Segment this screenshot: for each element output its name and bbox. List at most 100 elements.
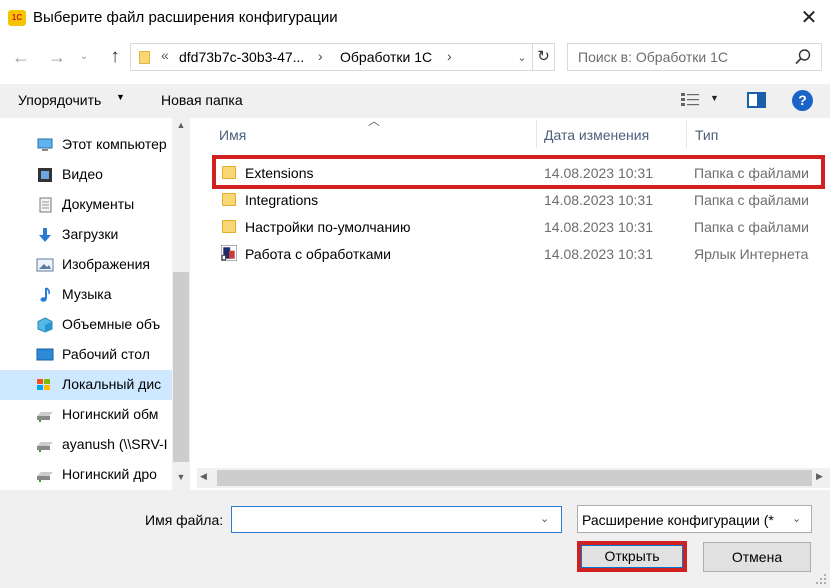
file-name: Настройки по-умолчанию [245,219,411,235]
search-placeholder: Поиск в: Обработки 1С [578,49,729,65]
chevron-down-icon[interactable]: ⌄ [540,512,549,525]
breadcrumb-item[interactable]: Обработки 1С [340,49,432,65]
folder-icon [222,220,236,233]
file-type: Ярлык Интернета [694,246,809,262]
breadcrumb-separator-icon[interactable]: › [318,48,323,64]
search-icon[interactable] [794,48,812,66]
nav-item-downloads[interactable]: Загрузки [0,220,172,250]
scroll-up-icon[interactable]: ▲ [172,120,190,136]
nav-item-3d-objects[interactable]: Объемные объ [0,310,172,340]
address-dropdown-icon[interactable]: ⌄ [513,51,531,65]
address-bar[interactable]: « dfd73b7c-30b3-47... › Обработки 1С › ⌄… [130,43,555,71]
open-button-label: Открыть [581,545,683,568]
nav-item-label: Музыка [62,286,112,302]
file-type-filter-value: Расширение конфигурации (* [582,512,774,528]
3d-objects-icon [37,317,53,333]
nav-item-this-pc[interactable]: Этот компьютер [0,130,172,160]
forward-arrow-icon[interactable]: → [46,46,68,68]
filename-label: Имя файла: [145,512,224,528]
search-input[interactable]: Поиск в: Обработки 1С [567,43,822,71]
nav-item-label: Локальный дис [62,376,162,392]
folder-icon [139,51,150,64]
new-folder-button[interactable]: Новая папка [161,92,243,108]
internet-shortcut-icon [221,245,237,261]
recent-locations-chevron-icon[interactable]: ⌄ [76,46,92,68]
nav-item-label: Документы [62,196,135,212]
file-date: 14.08.2023 10:31 [544,219,653,235]
chevron-down-icon[interactable]: ⌄ [792,512,801,525]
folder-icon [222,193,236,206]
nav-item-network-drive[interactable]: ayanush (\\SRV-I [0,430,172,460]
documents-icon [39,197,52,213]
help-icon[interactable]: ? [792,90,813,111]
refresh-icon[interactable]: ↻ [532,44,554,70]
breadcrumb-item[interactable]: dfd73b7c-30b3-47... [179,49,304,65]
nav-item-label: Рабочий стол [62,346,150,362]
nav-item-label: Объемные объ [62,316,161,332]
nav-item-local-disk[interactable]: Локальный дис [0,370,172,400]
nav-scroll-thumb[interactable] [173,272,189,462]
file-type-filter-select[interactable]: Расширение конфигурации (* ⌄ [577,505,812,533]
nav-item-video[interactable]: Видео [0,160,172,190]
organize-button[interactable]: Упорядочить [18,92,101,108]
sort-ascending-icon: ︿ [368,114,381,128]
nav-item-label: Видео [62,166,103,182]
pictures-icon [36,258,54,272]
file-row-default-settings[interactable]: Настройки по-умолчанию 14.08.2023 10:31 … [212,214,822,241]
nav-item-network-drive[interactable]: Ногинский дро [0,460,172,490]
music-icon [40,287,50,302]
network-drive-icon [37,442,53,452]
change-view-icon[interactable] [680,92,700,108]
file-row-internet-shortcut[interactable]: Работа с обработками 14.08.2023 10:31 Яр… [212,241,822,268]
scroll-down-icon[interactable]: ▼ [172,472,190,488]
overflow-chevron-icon[interactable]: « [161,47,169,63]
desktop-icon [36,348,54,361]
nav-item-music[interactable]: Музыка [0,280,172,310]
highlight-annotation-box [212,155,825,189]
up-arrow-icon[interactable]: ↑ [104,45,126,69]
navigation-pane: Этот компьютер Видео Документы Загрузки … [0,118,190,490]
caret-down-icon[interactable]: ▼ [710,93,719,103]
cancel-button[interactable]: Отмена [703,542,811,572]
preview-pane-icon[interactable] [747,92,766,108]
window-title: Выберите файл расширения конфигурации [33,9,338,26]
nav-item-label: Изображения [62,256,150,272]
computer-icon [37,138,53,151]
local-disk-icon [37,379,50,390]
network-drive-icon [37,472,53,482]
network-drive-icon [37,412,53,422]
open-button[interactable]: Открыть [577,541,687,572]
caret-down-icon[interactable]: ▼ [116,92,125,102]
file-type: Папка с файлами [694,192,809,208]
nav-item-network-drive[interactable]: Ногинский обм [0,400,172,430]
column-header-date[interactable]: Дата изменения [544,127,649,143]
title-bar: 1С Выберите файл расширения конфигурации… [0,0,830,36]
scroll-right-icon[interactable]: ▶ [816,471,823,482]
column-divider[interactable] [536,120,537,148]
back-arrow-icon[interactable]: ← [10,46,32,68]
filename-input[interactable] [231,506,562,533]
nav-item-desktop[interactable]: Рабочий стол [0,340,172,370]
horizontal-scroll-thumb[interactable] [217,470,812,486]
column-divider[interactable] [686,120,687,148]
nav-item-label: Ногинский обм [62,406,159,422]
scroll-left-icon[interactable]: ◀ [200,471,207,482]
file-type: Папка с файлами [694,219,809,235]
nav-item-label: Ногинский дро [62,466,157,482]
resize-grip-icon[interactable] [814,572,828,586]
column-header-name[interactable]: Имя [219,127,246,143]
close-button[interactable]: ✕ [792,4,826,32]
nav-item-label: Загрузки [62,226,119,242]
breadcrumb-separator-icon[interactable]: › [447,48,452,64]
nav-item-pictures[interactable]: Изображения [0,250,172,280]
file-date: 14.08.2023 10:31 [544,192,653,208]
nav-item-label: Этот компьютер [62,136,167,152]
file-name: Работа с обработками [245,246,391,262]
file-date: 14.08.2023 10:31 [544,246,653,262]
file-name: Integrations [245,192,319,208]
file-row-integrations[interactable]: Integrations 14.08.2023 10:31 Папка с фа… [212,187,822,214]
video-icon [38,168,52,182]
nav-item-label: ayanush (\\SRV-I [62,436,168,452]
nav-item-documents[interactable]: Документы [0,190,172,220]
column-header-type[interactable]: Тип [695,127,718,143]
